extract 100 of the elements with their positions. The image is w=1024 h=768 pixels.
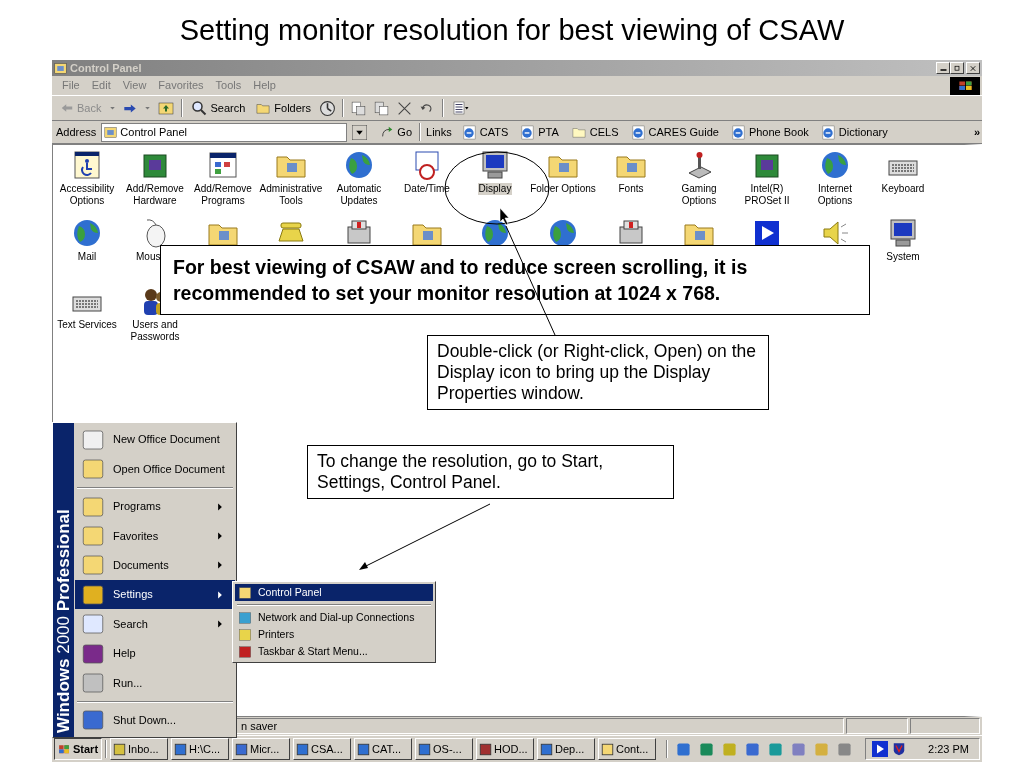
clock: 2:23 PM	[928, 741, 969, 757]
submenu-arrow-icon	[217, 502, 223, 511]
submenu-arrow-icon	[217, 561, 223, 570]
shield-icon[interactable]	[892, 741, 907, 757]
start-menu-item[interactable]: Settings	[75, 580, 235, 610]
start-menu-item[interactable]: Help	[75, 638, 235, 669]
icon-label[interactable]: Fonts	[617, 183, 645, 195]
history-icon[interactable]	[319, 99, 336, 117]
start-menu-item[interactable]: Shut Down...	[75, 705, 235, 736]
search-button[interactable]: Search	[189, 98, 248, 118]
start-menu-item[interactable]: Search	[75, 609, 235, 639]
app-icon	[174, 742, 187, 756]
taskbar-button[interactable]: CSA...	[293, 738, 351, 760]
monitor-icon[interactable]	[887, 217, 919, 249]
app-icon	[601, 742, 614, 756]
up-folder-icon[interactable]	[157, 100, 176, 116]
taskbar-button[interactable]: OS-...	[415, 738, 473, 760]
minimize-icon	[939, 69, 947, 71]
icon-label[interactable]: Accessibility Options	[53, 183, 121, 207]
more-links-button[interactable]: »	[971, 122, 982, 142]
play-icon[interactable]	[872, 741, 889, 757]
icon-label[interactable]: Display	[477, 183, 513, 195]
link-button[interactable]: CATS	[459, 122, 511, 142]
submenu-arrow-icon	[217, 620, 223, 629]
submenu-item[interactable]: Printers	[235, 626, 433, 643]
submenu-arrow-icon	[217, 590, 223, 599]
app-icon	[479, 742, 492, 756]
minimize-button[interactable]	[936, 62, 950, 74]
maximize-button[interactable]	[950, 62, 964, 74]
submenu-item[interactable]: Taskbar & Start Menu...	[235, 643, 433, 660]
close-button[interactable]	[966, 62, 980, 74]
link-button[interactable]: CARES Guide	[628, 122, 721, 142]
link-button[interactable]: CELS	[568, 122, 621, 142]
callout-tooltip: Double-click (or Right-click, Open) on the Display icon to bring up the Display Properties window.	[427, 335, 769, 410]
taskbar-button[interactable]: H:\C...	[171, 738, 229, 760]
submenu-item[interactable]: Control Panel	[235, 584, 433, 601]
cursor-icon	[499, 207, 510, 226]
icon-label[interactable]: Add/Remove Hardware	[121, 183, 189, 207]
taskbar-button[interactable]: Cont...	[598, 738, 656, 760]
web-page-icon	[461, 124, 477, 140]
web-page-icon	[730, 124, 746, 140]
quick-launch-icon[interactable]	[745, 741, 761, 757]
folders-button[interactable]: Folders	[253, 98, 313, 118]
dropdown-button[interactable]	[352, 124, 368, 140]
back-arrow-icon	[60, 102, 74, 114]
go-arrow-icon	[380, 125, 395, 139]
window-icon[interactable]	[207, 149, 239, 181]
icon-label[interactable]: Mous	[135, 251, 162, 263]
window-title: Control Panel	[70, 60, 143, 76]
accessibility-icon[interactable]	[71, 149, 103, 181]
dropdown-arrow-icon[interactable]	[144, 105, 152, 111]
taskbar-button[interactable]: Micr...	[232, 738, 290, 760]
maximize-icon	[952, 63, 962, 73]
quick-launch-icon[interactable]	[699, 741, 715, 757]
link-button[interactable]: Phone Book	[728, 122, 811, 142]
icon-label[interactable]: Internet Options	[801, 183, 869, 207]
icon-label[interactable]: Administrative Tools	[257, 183, 325, 207]
start-button[interactable]: Start	[54, 738, 102, 760]
submenu-item[interactable]: Network and Dial-up Connections	[235, 609, 433, 626]
icon-label[interactable]: Intel(R) PROSet II	[733, 183, 801, 207]
start-menu-item[interactable]: Open Office Document	[75, 454, 235, 484]
link-button[interactable]: PTA	[518, 122, 561, 142]
icon-label[interactable]: Text Services	[56, 319, 118, 331]
icon-label[interactable]: System	[885, 251, 921, 263]
start-menu-item[interactable]: New Office Document	[75, 425, 235, 455]
icon-label[interactable]: Automatic Updates	[325, 183, 393, 207]
icon-label[interactable]: Gaming Options	[665, 183, 733, 207]
address-field[interactable]: Control Panel	[101, 122, 348, 142]
icon-label[interactable]: Users and Passwords	[121, 319, 189, 343]
start-menu-item[interactable]: Favorites	[75, 521, 235, 551]
windows-logo-icon	[950, 76, 980, 95]
submenu-arrow-icon	[217, 531, 223, 540]
start-menu-item[interactable]: Run...	[75, 668, 235, 698]
taskbar-button[interactable]: CAT...	[354, 738, 412, 760]
status-text: n saver	[241, 720, 278, 732]
callout-tooltip: To change the resolution, go to Start, Settings, Control Panel.	[307, 445, 674, 499]
link-button[interactable]: Dictionary	[818, 122, 890, 142]
start-menu-item[interactable]: Documents	[75, 550, 235, 581]
app-icon	[540, 742, 553, 756]
icon-label[interactable]: Mail	[76, 251, 98, 263]
close-icon	[968, 63, 978, 73]
app-icon	[296, 742, 309, 756]
taskbar-button[interactable]: Inbo...	[110, 738, 168, 760]
taskbar-button[interactable]: Dep...	[537, 738, 595, 760]
address-label: Address	[56, 124, 97, 140]
start-menu-item[interactable]: Programs	[75, 491, 235, 522]
quick-launch-icon[interactable]	[676, 741, 692, 757]
app-icon	[418, 742, 431, 756]
monitor-icon[interactable]	[479, 149, 511, 181]
web-page-icon	[520, 124, 536, 140]
move-to-icon[interactable]	[350, 99, 367, 117]
taskbar-button[interactable]: HOD...	[476, 738, 534, 760]
web-page-icon	[820, 124, 836, 140]
web-page-icon	[630, 124, 646, 140]
dropdown-arrow-icon[interactable]	[109, 105, 117, 111]
icon-label[interactable]: Add/Remove Programs	[189, 183, 257, 207]
copy-to-icon[interactable]	[373, 99, 390, 117]
start-menu-banner: Windows 2000 Professional	[53, 423, 74, 737]
go-button[interactable]: Go	[378, 122, 415, 142]
icon-label[interactable]: Keyboard	[880, 183, 926, 195]
